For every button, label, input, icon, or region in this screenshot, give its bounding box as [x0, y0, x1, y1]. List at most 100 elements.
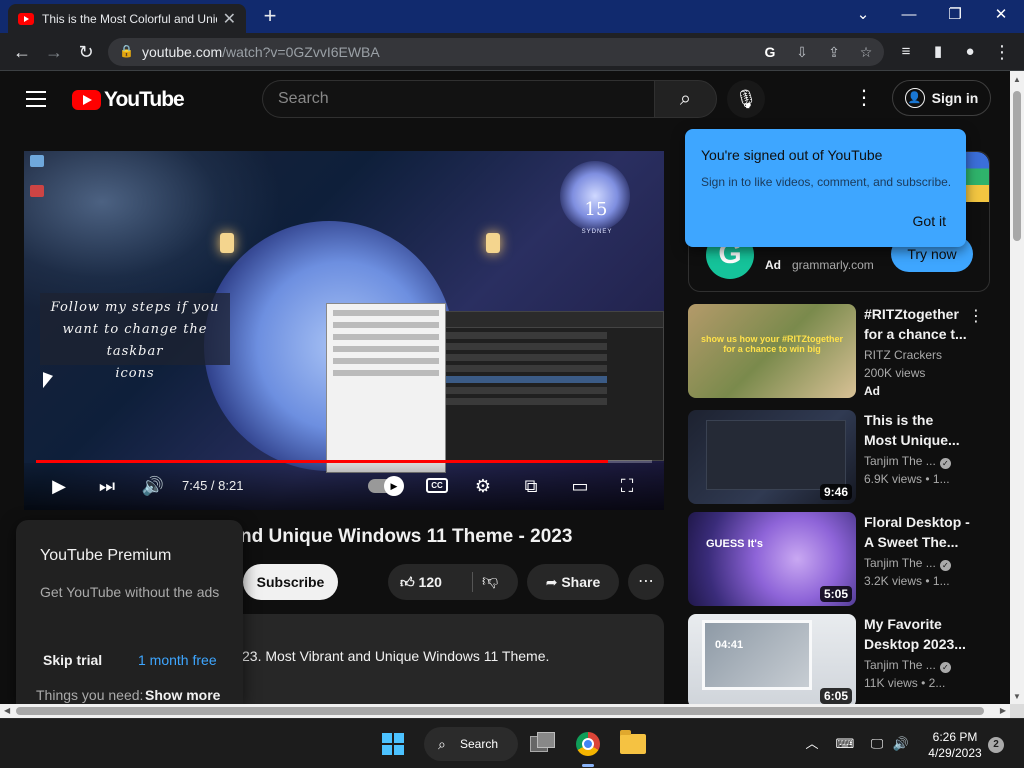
signed-out-popup: You're signed out of YouTube Sign in to …	[685, 129, 966, 247]
notification-badge[interactable]: 2	[988, 737, 1004, 753]
video-player[interactable]: 15 SYDNEY Follow my steps if you want to…	[24, 151, 664, 510]
play-icon[interactable]: ▶	[46, 473, 72, 499]
minimize-icon[interactable]: —	[886, 4, 932, 28]
recommendation-item[interactable]: GUESS It's 5:05 Floral Desktop -A Sweet …	[688, 512, 1010, 608]
recommendation-thumbnail[interactable]: 9:46	[688, 410, 856, 504]
search-icon: ⌕	[438, 736, 446, 752]
recommendation-item[interactable]: 04:41 6:05 My Favorite Desktop 2023... Ta…	[688, 614, 1010, 704]
share-arrow-icon: ➦	[545, 574, 558, 590]
scroll-up-arrow-icon[interactable]: ▲	[1013, 75, 1021, 84]
tab-close-icon[interactable]: ✕	[223, 9, 236, 29]
sign-in-button[interactable]: 👤 Sign in	[892, 80, 991, 116]
tab-search-chevron-icon[interactable]: ⌄	[840, 4, 886, 28]
recommendation-title: This is the Most Unique...	[864, 412, 960, 448]
recommendation-thumbnail[interactable]: GUESS It's 5:05	[688, 512, 856, 606]
dislike-button[interactable]: 👎︎	[482, 564, 498, 600]
recommendation-title: #RITZtogether for a chance t...	[864, 306, 967, 342]
recommendation-item[interactable]: show us how your #RITZtogether for a cha…	[688, 304, 1010, 400]
miniplayer-icon[interactable]: ⧉	[518, 473, 544, 499]
subscribe-button[interactable]: Subscribe	[243, 564, 338, 600]
fullscreen-icon[interactable]: ⛶	[614, 473, 640, 499]
guide-menu-icon[interactable]	[26, 91, 46, 107]
share-label: Share	[561, 574, 601, 590]
show-more-link[interactable]: Show more	[145, 687, 220, 703]
settings-gear-icon[interactable]: ⚙	[470, 473, 496, 499]
new-tab-button[interactable]: +	[258, 4, 282, 30]
tray-overflow-chevron-icon[interactable]: ︿	[802, 733, 822, 755]
forward-arrow-icon[interactable]: →	[38, 33, 70, 71]
scroll-right-arrow-icon[interactable]: ▶	[1000, 706, 1006, 715]
browser-tab-active[interactable]: This is the Most Colorful and Unique Win…	[8, 4, 246, 33]
chrome-menu-icon[interactable]: ⋮	[986, 33, 1018, 71]
recommendation-views: 200K views	[864, 366, 926, 380]
volume-tray-icon[interactable]: 🔊	[890, 733, 912, 755]
horizontal-scroll-thumb[interactable]	[16, 707, 984, 715]
next-video-icon[interactable]: ⏭	[94, 473, 120, 499]
bookmark-star-icon[interactable]: ☆	[854, 42, 878, 62]
subtitles-cc-icon[interactable]: CC	[426, 478, 448, 493]
profile-icon[interactable]: ●	[954, 33, 986, 71]
voice-search-button[interactable]: 🎙	[727, 80, 765, 118]
recommendation-channel[interactable]: Tanjim The ... ✓	[864, 658, 951, 673]
like-count: 120	[418, 574, 442, 590]
vertical-scrollbar[interactable]: ▲ ▼	[1010, 71, 1024, 704]
vertical-scroll-thumb[interactable]	[1013, 91, 1021, 241]
search-icon: ⌕	[679, 88, 692, 110]
recommendation-channel[interactable]: Tanjim The ... ✓	[864, 556, 951, 571]
autoplay-toggle[interactable]: ▶	[368, 476, 404, 496]
recommendation-item[interactable]: 9:46 This is the Most Unique... Tanjim Th…	[688, 410, 1010, 506]
restore-icon[interactable]: ❐	[932, 4, 978, 28]
youtube-logo[interactable]: YouTube	[72, 88, 185, 112]
premium-subtext: Get YouTube without the ads	[40, 584, 220, 600]
got-it-button[interactable]: Got it	[913, 213, 946, 229]
settings-more-icon[interactable]: ⋮	[852, 87, 876, 111]
share-button[interactable]: ➦ Share	[527, 564, 619, 600]
task-view-icon[interactable]	[530, 732, 556, 756]
windows-taskbar: ⌕ Search ︿ ⌨ 🖵 🔊 6:26 PM 4/29/2023 2	[0, 718, 1024, 768]
back-arrow-icon[interactable]: ←	[6, 33, 38, 71]
search-input[interactable]: Search	[262, 80, 655, 118]
network-icon[interactable]: 🖵	[866, 733, 888, 755]
windows-start-icon[interactable]	[382, 733, 404, 755]
like-button[interactable]: 👍︎ 120	[400, 564, 442, 600]
recommendation-channel[interactable]: RITZ Crackers	[864, 348, 942, 362]
side-panel-icon[interactable]: ▮	[922, 33, 954, 71]
microphone-icon: 🎙	[734, 89, 758, 109]
verified-check-icon: ✓	[939, 458, 951, 469]
horizontal-scrollbar[interactable]: ◀ ▶	[0, 704, 1010, 718]
reading-list-icon[interactable]: ≡	[890, 33, 922, 71]
lock-icon[interactable]: 🔒	[119, 44, 134, 58]
scroll-down-arrow-icon[interactable]: ▼	[1013, 692, 1021, 701]
taskbar-time[interactable]: 6:26 PM	[920, 730, 990, 744]
ad-badge: Ad	[765, 258, 781, 272]
theater-mode-icon[interactable]: ▭	[566, 473, 594, 499]
taskbar-search-button[interactable]: ⌕ Search	[424, 727, 518, 761]
scrollbar-corner	[1010, 704, 1024, 718]
recommendation-menu-icon[interactable]: ⋮	[968, 306, 984, 326]
install-app-icon[interactable]: ⇩	[790, 42, 814, 62]
verified-check-icon: ✓	[939, 662, 951, 673]
duration-badge: 5:05	[819, 586, 852, 602]
keyboard-icon[interactable]: ⌨	[834, 733, 856, 755]
reload-icon[interactable]: ↻	[70, 33, 102, 71]
share-page-icon[interactable]: ⇪	[822, 42, 846, 62]
recommendation-ad-badge: Ad	[864, 384, 880, 398]
more-actions-button[interactable]: ⋯	[628, 564, 664, 600]
volume-icon[interactable]: 🔊	[140, 473, 166, 499]
google-icon[interactable]: G	[758, 42, 782, 62]
video-clock-number: 15	[584, 199, 608, 220]
address-bar[interactable]: 🔒 youtube.com/watch?v=0GZvvI6EWBA G ⇩ ⇪ …	[108, 38, 884, 66]
autoplay-play-icon: ▶	[384, 476, 404, 496]
recommendation-thumbnail[interactable]: show us how your #RITZtogether for a cha…	[688, 304, 856, 398]
taskbar-date[interactable]: 4/29/2023	[920, 746, 990, 760]
one-month-free-button[interactable]: 1 month free	[138, 652, 217, 668]
file-explorer-icon[interactable]	[620, 730, 646, 754]
skip-trial-button[interactable]: Skip trial	[43, 652, 102, 668]
search-button[interactable]: ⌕	[654, 80, 717, 118]
recommendation-thumbnail[interactable]: 04:41 6:05	[688, 614, 856, 704]
scroll-left-arrow-icon[interactable]: ◀	[4, 706, 10, 715]
chrome-taskbar-icon[interactable]	[576, 732, 600, 756]
close-window-icon[interactable]: ✕	[978, 4, 1024, 28]
video-chrome-window	[326, 303, 446, 473]
recommendation-channel[interactable]: Tanjim The ... ✓	[864, 454, 951, 469]
